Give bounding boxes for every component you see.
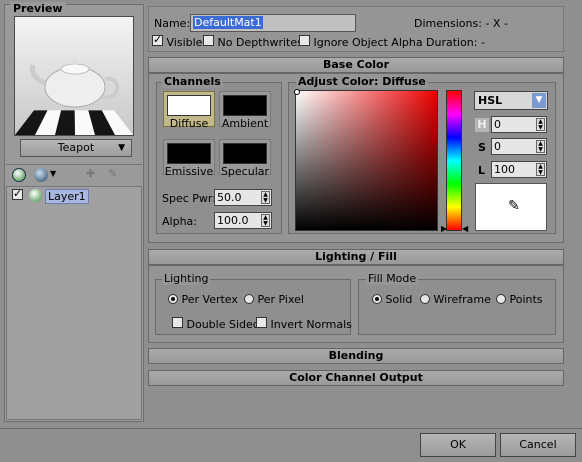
double-sided-toggle[interactable]: Double Sided — [172, 317, 260, 331]
points-radio[interactable] — [496, 294, 506, 304]
per-vertex-option[interactable]: Per Vertex — [168, 293, 238, 306]
layer-icon — [28, 189, 42, 202]
spec-pwr-label: Spec Pwr: — [162, 192, 216, 205]
alpha-input[interactable]: 100.0 ▲ ▼ — [214, 212, 272, 229]
per-pixel-option[interactable]: Per Pixel — [244, 293, 304, 306]
wireframe-option[interactable]: Wireframe — [420, 293, 491, 306]
eyedropper-icon[interactable]: ✎ — [508, 198, 520, 214]
solid-radio[interactable] — [372, 294, 382, 304]
double-sided-checkbox[interactable] — [172, 317, 183, 328]
color-gradient-picker[interactable] — [295, 90, 438, 231]
material-name-input[interactable]: DefaultMat1 — [190, 14, 356, 32]
channel-specular[interactable]: Specular — [219, 139, 271, 178]
alpha-label: Alpha: — [162, 215, 197, 228]
blending-header[interactable]: Blending — [148, 348, 564, 364]
lighting-group-title: Lighting — [162, 272, 211, 285]
layer-item[interactable]: Layer1 — [12, 187, 89, 204]
channel-diffuse[interactable]: Diffuse — [163, 91, 215, 130]
channels-title: Channels — [162, 75, 223, 88]
color-picker-handle[interactable] — [294, 89, 300, 95]
ok-button[interactable]: OK — [420, 433, 496, 457]
hue-slider-right-arrow[interactable]: ◀ — [462, 224, 468, 233]
points-option[interactable]: Points — [496, 293, 543, 306]
visible-checkbox[interactable] — [152, 33, 163, 46]
cancel-button[interactable]: Cancel — [500, 433, 576, 457]
spinner-icon[interactable]: ▲ ▼ — [261, 214, 270, 227]
l-input[interactable]: 100 ▲ ▼ — [491, 161, 547, 178]
channel-emissive[interactable]: Emissive — [163, 139, 215, 178]
s-input[interactable]: 0 ▲ ▼ — [491, 138, 547, 155]
spinner-icon[interactable]: ▲ ▼ — [536, 140, 545, 153]
base-color-header[interactable]: Base Color — [148, 57, 564, 73]
name-label: Name: — [154, 17, 191, 30]
color-channel-output-header[interactable]: Color Channel Output — [148, 370, 564, 386]
fill-mode-title: Fill Mode — [366, 272, 419, 285]
preview-title: Preview — [10, 2, 66, 15]
ignore-alpha-checkbox[interactable] — [299, 35, 310, 46]
invert-normals-toggle[interactable]: Invert Normals — [256, 317, 352, 331]
material-preview[interactable] — [14, 16, 134, 136]
spec-pwr-input[interactable]: 50.0 ▲ ▼ — [214, 189, 272, 206]
chevron-down-icon[interactable]: ▼ — [50, 169, 56, 178]
visible-toggle[interactable]: Visible — [152, 33, 202, 49]
no-depthwrites-checkbox[interactable] — [203, 35, 214, 46]
layers-list — [6, 186, 142, 420]
add-layer-icon[interactable] — [12, 168, 26, 182]
spinner-icon[interactable]: ▲ ▼ — [261, 191, 270, 204]
l-label: L — [478, 164, 486, 177]
s-label: S — [478, 141, 486, 154]
spinner-icon[interactable]: ▲ ▼ — [536, 163, 545, 176]
color-swatch-preview: ✎ — [475, 183, 547, 231]
teapot-icon — [30, 59, 120, 108]
ignore-alpha-toggle[interactable]: Ignore Object Alpha — [299, 35, 423, 49]
h-input[interactable]: 0 ▲ ▼ — [491, 116, 547, 133]
footer-divider — [0, 428, 582, 429]
spinner-icon[interactable]: ▲ ▼ — [536, 118, 545, 131]
lighting-fill-header[interactable]: Lighting / Fill — [148, 249, 564, 265]
chevron-down-icon: ▼ — [532, 93, 546, 108]
move-up-icon[interactable]: ✚ — [86, 167, 95, 180]
move-down-icon[interactable]: ✎ — [108, 167, 117, 180]
per-pixel-radio[interactable] — [244, 294, 254, 304]
hue-slider[interactable] — [446, 90, 462, 231]
solid-option[interactable]: Solid — [372, 293, 412, 306]
per-vertex-radio[interactable] — [168, 294, 178, 304]
adjust-color-title: Adjust Color: Diffuse — [296, 75, 428, 88]
invert-normals-checkbox[interactable] — [256, 317, 267, 328]
dimensions-label: Dimensions: - X - — [414, 17, 508, 30]
layer-label[interactable]: Layer1 — [45, 189, 89, 204]
h-label: H — [475, 118, 489, 132]
layer-visible-checkbox[interactable] — [12, 187, 23, 200]
channel-ambient[interactable]: Ambient — [219, 91, 271, 130]
wireframe-radio[interactable] — [420, 294, 430, 304]
duration-label: Duration: - — [426, 36, 485, 49]
chevron-down-icon: ▼ — [118, 143, 125, 153]
preview-model-dropdown[interactable]: Teapot ▼ — [20, 139, 132, 157]
color-mode-dropdown[interactable]: HSL ▼ — [474, 91, 548, 110]
fill-mode-group — [358, 279, 556, 335]
no-depthwrites-toggle[interactable]: No Depthwrites — [203, 35, 303, 49]
layer-options-icon[interactable] — [34, 168, 48, 182]
hue-slider-left-arrow[interactable]: ▶ — [441, 224, 447, 233]
layer-toolbar: ▼ ✚ ✎ — [6, 164, 142, 186]
